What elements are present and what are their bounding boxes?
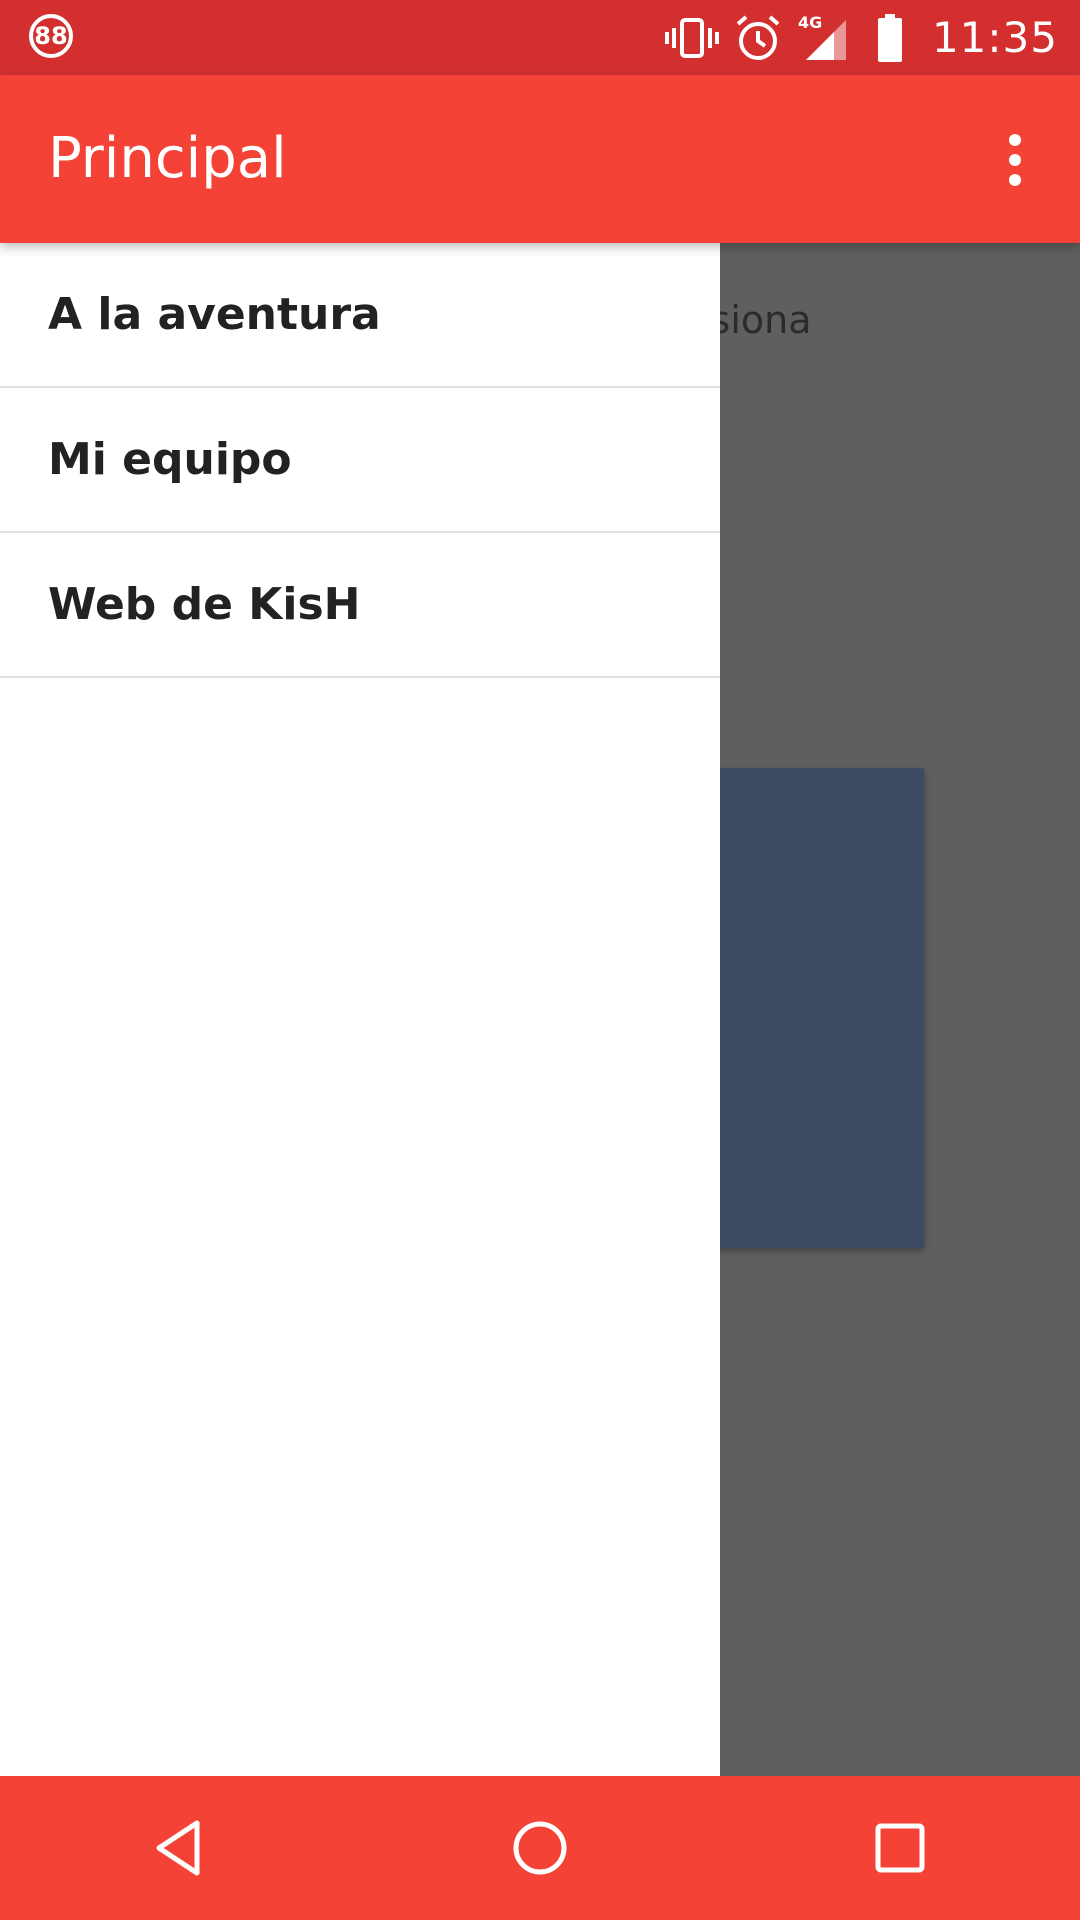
app-bar: Principal bbox=[0, 75, 1080, 243]
signal-icon: 4G bbox=[796, 10, 852, 66]
more-vert-icon[interactable] bbox=[980, 120, 1050, 200]
drawer-item-label: Web de KisH bbox=[48, 579, 361, 630]
home-icon[interactable] bbox=[480, 1788, 600, 1908]
drawer-item-a-la-aventura[interactable]: A la aventura bbox=[0, 243, 720, 388]
navigation-drawer: A la aventura Mi equipo Web de KisH bbox=[0, 243, 720, 1776]
status-icons: 4G 11:35 bbox=[654, 0, 1058, 75]
vibrate-icon bbox=[664, 10, 720, 66]
system-nav-bar bbox=[0, 1776, 1080, 1920]
screen: 88 4G 11:35 Principal presiona A la aven… bbox=[0, 0, 1080, 1920]
network-label: 4G bbox=[798, 13, 822, 32]
status-time: 11:35 bbox=[931, 13, 1058, 62]
status-bar: 88 4G 11:35 bbox=[0, 0, 1080, 75]
recents-icon[interactable] bbox=[840, 1788, 960, 1908]
drawer-item-label: Mi equipo bbox=[48, 434, 292, 485]
notification-badge-count: 88 bbox=[34, 22, 68, 50]
page-title: Principal bbox=[48, 126, 287, 191]
alarm-icon bbox=[730, 10, 786, 66]
drawer-item-label: A la aventura bbox=[48, 289, 381, 340]
drawer-item-mi-equipo[interactable]: Mi equipo bbox=[0, 388, 720, 533]
notification-badge-icon: 88 bbox=[29, 14, 73, 58]
drawer-item-web-de-kish[interactable]: Web de KisH bbox=[0, 533, 720, 678]
back-icon[interactable] bbox=[120, 1788, 240, 1908]
battery-icon bbox=[862, 10, 918, 66]
